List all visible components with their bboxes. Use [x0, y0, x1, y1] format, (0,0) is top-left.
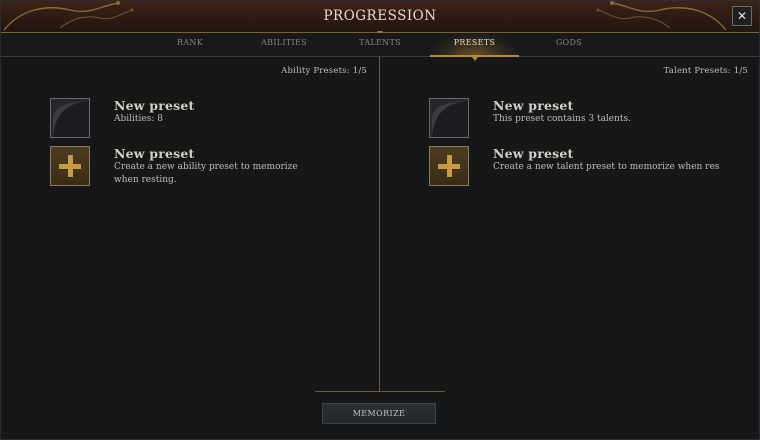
tab-presets[interactable]: PRESETS	[430, 33, 519, 61]
preset-description: Create a new ability preset to memorize …	[114, 162, 298, 185]
tab-bar: RANK ABILITIES TALENTS PRESETS GODS	[0, 33, 760, 61]
plus-icon	[429, 146, 469, 186]
preset-name: New preset	[493, 98, 574, 113]
preset-description: This preset contains 3 talents.	[493, 114, 632, 124]
talent-preset-item[interactable]: New preset This preset contains 3 talent…	[429, 98, 729, 140]
title-bar: PROGRESSION ✕	[0, 0, 760, 33]
ability-presets-panel: Ability Presets: 1/5 New preset Abilitie…	[0, 57, 379, 391]
tab-talents[interactable]: TALENTS	[340, 33, 420, 56]
new-ability-preset-button[interactable]: New preset Create a new ability preset t…	[50, 146, 350, 188]
tab-gods[interactable]: GODS	[529, 33, 609, 56]
panel-divider	[379, 57, 380, 392]
preset-name: New preset	[114, 146, 195, 161]
memorize-button[interactable]: MEMORIZE	[322, 403, 436, 424]
preset-name: New preset	[114, 98, 195, 113]
tab-rank[interactable]: RANK	[150, 33, 230, 56]
preset-thumbnail-icon	[429, 98, 469, 138]
ability-presets-header: Ability Presets: 1/5	[281, 66, 367, 76]
footer-divider	[315, 391, 445, 392]
preset-thumbnail-icon	[50, 98, 90, 138]
ability-preset-item[interactable]: New preset Abilities: 8	[50, 98, 350, 140]
tab-abilities[interactable]: ABILITIES	[244, 33, 324, 56]
window-title: PROGRESSION	[323, 8, 437, 24]
preset-description: Create a new talent preset to memorize w…	[493, 162, 719, 172]
close-button[interactable]: ✕	[732, 6, 752, 26]
talent-presets-panel: Talent Presets: 1/5 New preset This pres…	[381, 57, 760, 391]
new-talent-preset-button[interactable]: New preset Create a new talent preset to…	[429, 146, 719, 188]
preset-name: New preset	[493, 146, 574, 161]
talent-presets-header: Talent Presets: 1/5	[663, 66, 748, 76]
plus-icon	[50, 146, 90, 186]
preset-description: Abilities: 8	[114, 114, 163, 124]
